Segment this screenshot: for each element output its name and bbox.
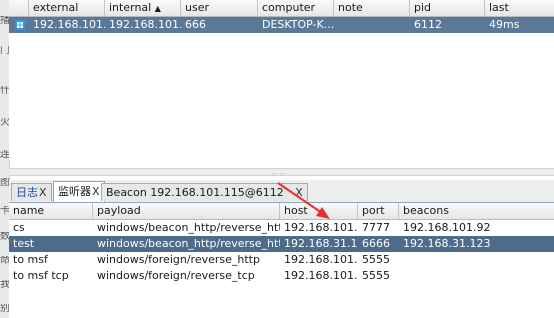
tab-beacon[interactable]: Beacon 192.168.101.115@6112 X (101, 183, 308, 201)
sidebar-fragment: 什 (0, 86, 9, 96)
column-header-beacons[interactable]: beacons (399, 203, 554, 219)
tab-log-close-button[interactable]: X (39, 186, 47, 199)
sidebar-fragment: 连 (0, 150, 9, 160)
column-header-name[interactable]: name (9, 203, 93, 219)
sidebar-fragment: 门 (0, 46, 9, 56)
column-header-external[interactable]: external (29, 0, 105, 16)
icon-column-header[interactable] (9, 0, 29, 16)
session-row[interactable]: 192.168.101.... 192.168.101.... 666 DESK… (9, 17, 554, 33)
tab-listeners[interactable]: 监听器X (53, 181, 105, 202)
column-header-note[interactable]: note (334, 0, 410, 16)
sidebar-fragment: 别 (0, 304, 9, 314)
column-header-last[interactable]: last (485, 0, 554, 16)
session-computer: DESKTOP-K... (262, 18, 334, 31)
column-header-host[interactable]: host (280, 203, 358, 219)
listener-port: 5555 (362, 269, 390, 282)
column-header-payload[interactable]: payload (93, 203, 280, 219)
listener-beacons (399, 268, 554, 284)
sidebar-fragment: 卡 (0, 206, 9, 216)
listener-row[interactable]: cs windows/beacon_http/reverse_http 192.… (9, 220, 554, 236)
listener-port: 6666 (362, 237, 390, 250)
sessions-header: external internal ▲ user computer note p… (9, 0, 554, 17)
listener-beacons (399, 252, 554, 268)
sidebar-fragment: 图 (0, 178, 9, 188)
session-internal: 192.168.101.... (109, 18, 181, 31)
column-header-internal[interactable]: internal ▲ (105, 0, 181, 16)
session-last: 49ms (489, 18, 520, 31)
tab-listeners-close-button[interactable]: X (92, 185, 100, 198)
listener-host: 192.168.101.... (284, 269, 358, 282)
session-user: 666 (185, 18, 206, 31)
listeners-header: name payload host port beacons (9, 203, 554, 220)
listener-port: 5555 (362, 253, 390, 266)
sidebar-fragment: 命 (0, 256, 9, 266)
listener-payload: windows/foreign/reverse_tcp (97, 269, 255, 282)
listener-row[interactable]: to msf tcp windows/foreign/reverse_tcp 1… (9, 268, 554, 284)
listener-host: 192.168.101.92 (284, 221, 358, 234)
sidebar-fragment: 火 (0, 118, 9, 128)
windows-beacon-icon (15, 20, 25, 30)
listener-beacons: 192.168.101.92 (403, 221, 491, 234)
listener-payload: windows/beacon_http/reverse_http (97, 237, 280, 250)
session-pid: 6112 (414, 18, 442, 31)
listeners-table: name payload host port beacons cs window… (9, 203, 554, 318)
listener-name: to msf (13, 253, 48, 266)
sessions-table: external internal ▲ user computer note p… (9, 0, 554, 160)
listener-host: 192.168.31.123 (284, 237, 358, 250)
splitter-grip-icon: ⋯⋯ (271, 170, 288, 178)
sidebar-fragment: 我 (0, 280, 9, 290)
pane-splitter[interactable]: ⋯⋯ (9, 168, 554, 178)
listener-port: 7777 (362, 221, 390, 234)
listener-name: cs (13, 221, 25, 234)
column-header-user[interactable]: user (181, 0, 258, 16)
listener-name: to msf tcp (13, 269, 69, 282)
sort-ascending-icon: ▲ (154, 4, 161, 13)
listener-payload: windows/beacon_http/reverse_http (97, 221, 280, 234)
tab-bar: 日志X 监听器X Beacon 192.168.101.115@6112 X (9, 180, 554, 203)
tab-log[interactable]: 日志X (11, 183, 52, 201)
listener-name: test (13, 237, 35, 250)
listener-beacons: 192.168.31.123 (403, 237, 491, 250)
column-header-port[interactable]: port (358, 203, 399, 219)
tab-beacon-close-button[interactable]: X (295, 186, 303, 199)
session-note (334, 17, 410, 33)
listener-row[interactable]: to msf windows/foreign/reverse_http 192.… (9, 252, 554, 268)
listener-payload: windows/foreign/reverse_http (97, 253, 260, 266)
sidebar-fragment: 播 (0, 16, 9, 26)
session-external: 192.168.101.... (33, 18, 105, 31)
column-header-computer[interactable]: computer (258, 0, 334, 16)
listener-host: 192.168.101.... (284, 253, 358, 266)
listener-row-selected[interactable]: test windows/beacon_http/reverse_http 19… (9, 236, 554, 252)
column-header-pid[interactable]: pid (410, 0, 485, 16)
sidebar-fragment: 数 (0, 232, 9, 242)
